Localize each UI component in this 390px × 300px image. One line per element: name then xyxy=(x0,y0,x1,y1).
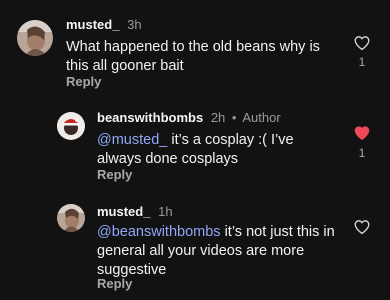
comment-meta: beanswithbombs 2h • Author xyxy=(97,110,281,125)
reply-button[interactable]: Reply xyxy=(66,74,101,89)
heart-outline-icon[interactable] xyxy=(353,218,371,236)
username[interactable]: beanswithbombs xyxy=(97,110,203,125)
avatar-beanswithbombs[interactable] xyxy=(57,112,85,140)
comment-meta: musted_ 1h xyxy=(97,204,173,219)
avatar-image xyxy=(57,112,85,140)
like-count: 1 xyxy=(358,146,366,160)
timestamp: 2h xyxy=(210,110,226,125)
comment-3: musted_ 1h @beanswithbombs it’s not just… xyxy=(0,200,390,300)
comment-2: beanswithbombs 2h • Author @musted_ it’s… xyxy=(0,100,390,200)
heart-filled-icon[interactable] xyxy=(353,124,371,142)
separator-dot: • xyxy=(231,110,237,125)
like-count: 1 xyxy=(358,55,366,69)
comment-text: What happened to the old beans why is th… xyxy=(66,38,338,76)
reply-button[interactable]: Reply xyxy=(97,167,132,182)
timestamp: 1h xyxy=(158,204,173,219)
comment-meta: musted_ 3h xyxy=(66,17,142,32)
comment-1: musted_ 3h What happened to the old bean… xyxy=(0,0,390,100)
mention-link[interactable]: @beanswithbombs xyxy=(97,224,221,240)
timestamp: 3h xyxy=(127,17,142,32)
comment-text: @beanswithbombs it’s not just this in ge… xyxy=(97,223,335,280)
author-badge: Author xyxy=(242,110,281,125)
avatar-musted[interactable] xyxy=(57,204,85,232)
mention-link[interactable]: @musted_ xyxy=(97,132,167,148)
avatar-image xyxy=(17,20,53,56)
heart-outline-icon[interactable] xyxy=(353,34,371,52)
comment-body: What happened to the old beans why is th… xyxy=(66,39,320,74)
avatar-musted[interactable] xyxy=(17,20,53,56)
username[interactable]: musted_ xyxy=(97,204,150,219)
avatar-image xyxy=(57,204,85,232)
comment-text: @musted_ it’s a cosplay :( I’ve always d… xyxy=(97,131,317,169)
reply-button[interactable]: Reply xyxy=(97,276,132,291)
username[interactable]: musted_ xyxy=(66,17,119,32)
